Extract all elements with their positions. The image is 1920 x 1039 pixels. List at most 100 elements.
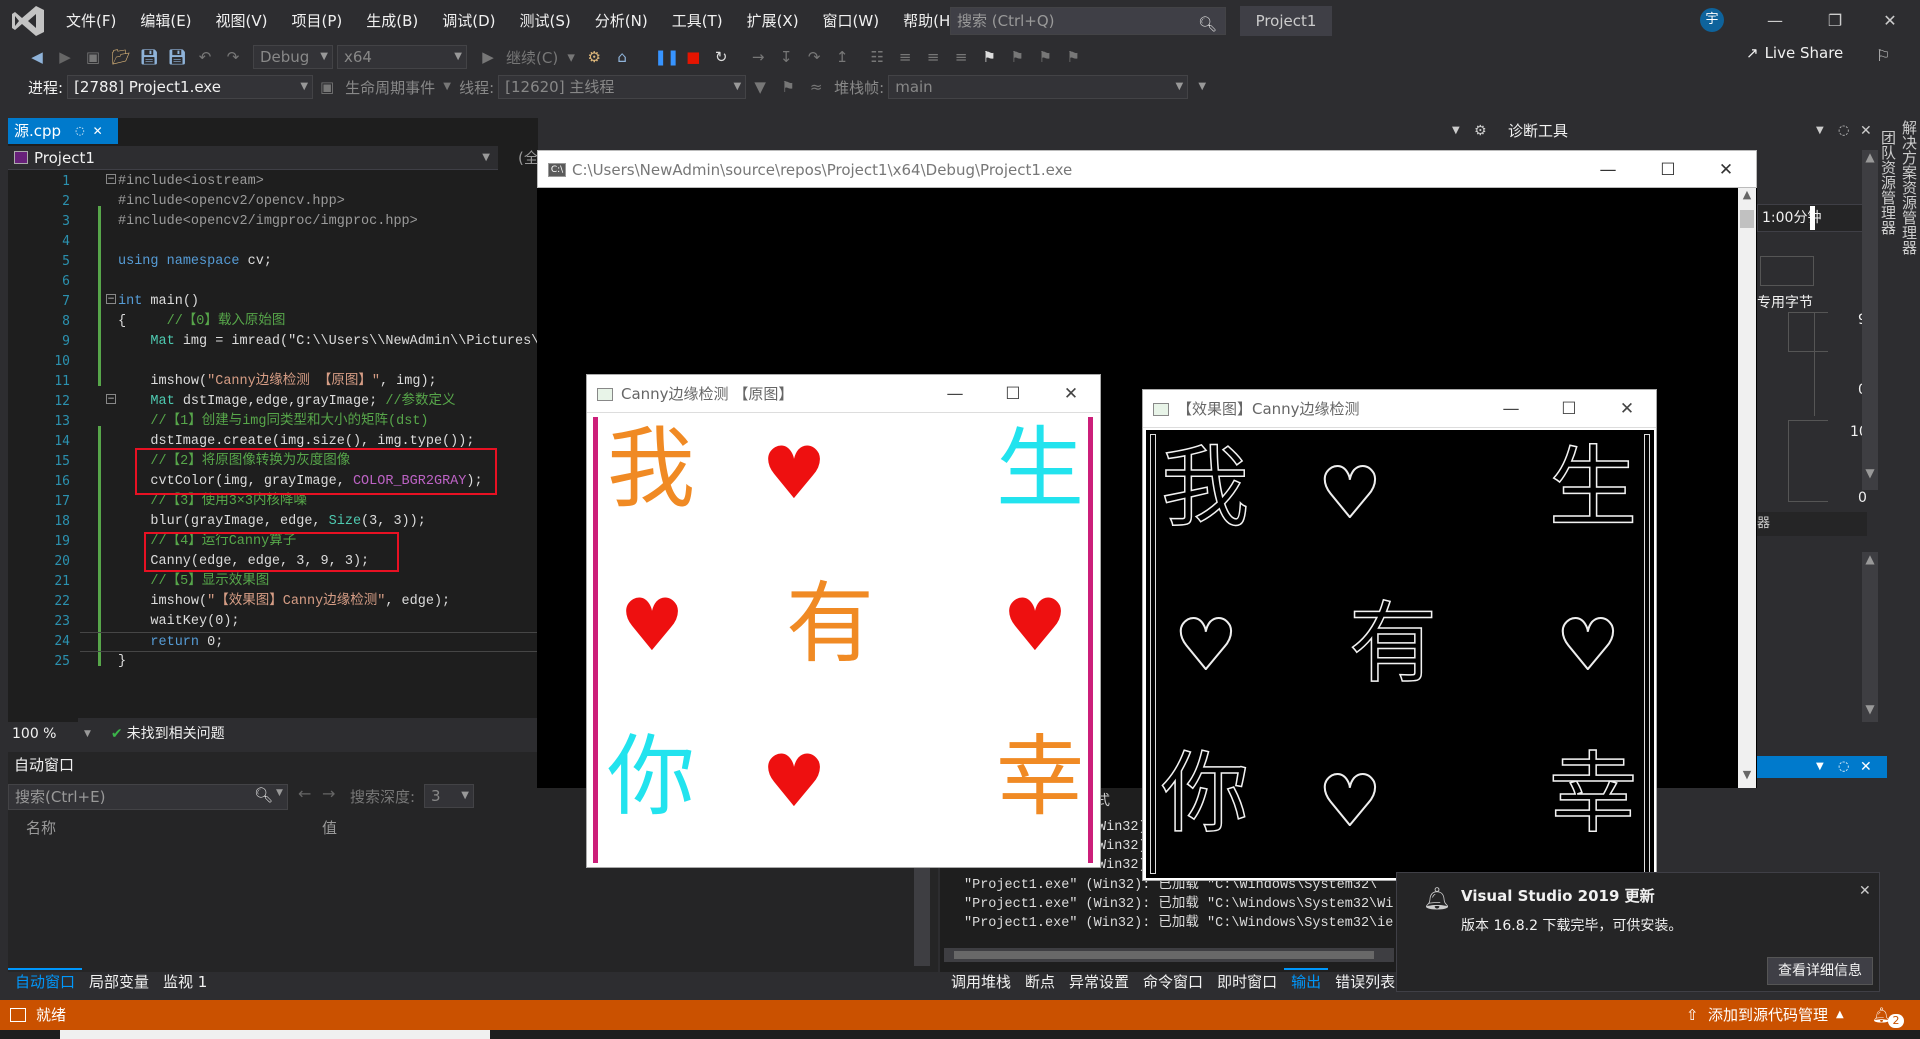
redo-icon[interactable]: ↷ [222, 46, 244, 68]
code-line[interactable]: imshow("【效果图】Canny边缘检测", edge); [80, 592, 538, 612]
hex-display-icon[interactable]: ☷ [866, 46, 888, 68]
chevron-down-icon[interactable]: ▼ [1452, 118, 1460, 144]
tab-autotabs-0[interactable]: 自动窗口 [8, 968, 83, 994]
navigate-forward-icon[interactable]: ▶ [54, 46, 76, 68]
save-all-icon[interactable]: 💾︎ [166, 46, 188, 68]
code-line[interactable]: //【5】显示效果图 [80, 572, 538, 592]
minimize-icon[interactable]: — [1483, 390, 1539, 428]
code-line[interactable]: { //【0】载入原始图 [80, 312, 538, 332]
maximize-icon[interactable]: ☐ [1638, 151, 1698, 189]
code-line[interactable]: return 0; [80, 632, 538, 652]
close-icon[interactable]: ✕ [1599, 390, 1655, 428]
feedback-icon[interactable]: ⚐ [1876, 46, 1890, 65]
tab-outtabs-6[interactable]: 错误列表 [1328, 970, 1402, 994]
chevron-down-icon[interactable]: ▼ [276, 788, 283, 798]
scope-navigation-bar[interactable]: Project1 ▼ [8, 146, 498, 170]
diag-scrollbar[interactable]: ▲ ▼ [1862, 150, 1878, 490]
menu-item[interactable]: 文件(F) [54, 0, 128, 42]
chevron-down-icon[interactable]: ▾ [565, 46, 577, 68]
show-threads-icon[interactable]: ≈ [805, 76, 827, 98]
prev-bookmark-icon[interactable]: ⚑ [1006, 46, 1028, 68]
stop-debugging-icon[interactable]: ■ [682, 46, 704, 68]
chevron-up-icon[interactable]: ▲ [1862, 552, 1878, 566]
menu-item[interactable]: 编辑(E) [128, 0, 203, 42]
code-line[interactable] [80, 352, 538, 372]
zoom-level[interactable]: 100 % [8, 722, 84, 746]
close-icon[interactable]: ✕ [1870, 6, 1910, 36]
code-line[interactable]: waitKey(0); [80, 612, 538, 632]
solution-platform-dropdown[interactable]: x64 ▼ [337, 45, 467, 69]
menu-item[interactable]: 调试(D) [430, 0, 507, 42]
chevron-down-icon[interactable]: ▼ [1816, 118, 1824, 144]
menu-item[interactable]: 窗口(W) [811, 0, 892, 42]
code-line[interactable]: using namespace cv; [80, 252, 538, 272]
tab-outtabs-5[interactable]: 输出 [1284, 968, 1329, 994]
code-line[interactable]: int main() [80, 292, 538, 312]
minimize-icon[interactable]: — [927, 375, 983, 413]
code-line[interactable]: Mat dstImage,edge,grayImage; //参数定义 [80, 392, 538, 412]
menu-item[interactable]: 测试(S) [508, 0, 583, 42]
pin-icon[interactable]: ◌ [75, 118, 85, 144]
step-into-icon[interactable]: ↧ [775, 46, 797, 68]
gear-icon[interactable]: ⚙ [1474, 118, 1487, 144]
tab-autotabs-1[interactable]: 局部变量 [82, 970, 156, 994]
continue-icon[interactable]: ▶ [477, 46, 499, 68]
menu-item[interactable]: 分析(N) [583, 0, 660, 42]
lifecycle-events-button[interactable]: 生命周期事件 [341, 77, 439, 98]
autos-search-input[interactable]: 搜索(Ctrl+E) [8, 784, 288, 810]
maximize-icon[interactable]: ☐ [985, 375, 1041, 413]
code-line[interactable] [80, 272, 538, 292]
tab-outtabs-1[interactable]: 断点 [1018, 970, 1062, 994]
menu-item[interactable]: 生成(B) [354, 0, 430, 42]
break-all-icon[interactable]: ❚❚ [654, 46, 679, 68]
tab-outtabs-4[interactable]: 即时窗口 [1210, 970, 1284, 994]
new-project-icon[interactable]: ▣ [82, 46, 104, 68]
stack-frame-dropdown[interactable]: main ▼ [888, 75, 1189, 99]
search-depth-dropdown[interactable]: 3 ▼ [424, 784, 474, 808]
tab-outtabs-0[interactable]: 调用堆栈 [944, 970, 1018, 994]
notifications-icon[interactable]: 🔔︎ [1872, 1000, 1891, 1030]
solution-explorer-side-tab[interactable]: 解决方案资源管理器 团队资源管理器 [1879, 118, 1920, 818]
menu-item[interactable]: 视图(V) [204, 0, 280, 42]
chevron-down-icon[interactable]: ▼ [1862, 466, 1878, 480]
search-icon[interactable]: 🔍︎ [254, 786, 273, 804]
code-line[interactable]: Mat img = imread("C:\\Users\\NewAdmin\\P… [80, 332, 538, 352]
chevron-up-icon[interactable]: ▲ [1862, 150, 1878, 164]
toolbar-overflow-icon[interactable]: ▼ [1191, 76, 1213, 98]
minimize-icon[interactable]: — [1578, 151, 1638, 189]
code-line[interactable]: blur(grayImage, edge, Size(3, 3)); [80, 512, 538, 532]
flag-icon[interactable]: ⚑ [777, 76, 799, 98]
step-over-icon[interactable]: ↷ [803, 46, 825, 68]
show-next-statement-icon[interactable]: → [747, 46, 769, 68]
maximize-icon[interactable]: ☐ [1541, 390, 1597, 428]
live-share-button[interactable]: ↗ Live Share [1746, 44, 1843, 62]
column-name-header[interactable]: 名称 [26, 816, 56, 840]
code-line[interactable]: #include<opencv2/imgproc/imgproc.hpp> [80, 212, 538, 232]
console-scrollbar[interactable]: ▲ ▼ [1738, 188, 1756, 788]
chevron-down-icon[interactable]: ▼ [84, 722, 91, 746]
menu-item[interactable]: 项目(P) [280, 0, 355, 42]
quick-launch-search[interactable]: 搜索 (Ctrl+Q) 🔍︎ [950, 7, 1226, 35]
pin-icon[interactable]: ◌ [1838, 118, 1849, 144]
user-avatar[interactable]: 宇 [1700, 8, 1724, 32]
continue-button[interactable]: 继续(C) [502, 47, 562, 68]
close-icon[interactable]: ✕ [1860, 756, 1872, 778]
step-out-icon[interactable]: ↥ [831, 46, 853, 68]
tab-outtabs-3[interactable]: 命令窗口 [1136, 970, 1210, 994]
process-dropdown[interactable]: [2788] Project1.exe ▼ [67, 75, 314, 99]
code-line[interactable]: imshow("Canny边缘检测 【原图】", img); [80, 372, 538, 392]
restart-icon[interactable]: ↻ [710, 46, 732, 68]
timeline-cursor[interactable] [1810, 206, 1815, 230]
chevron-up-icon[interactable]: ▲ [1836, 1000, 1844, 1030]
view-details-button[interactable]: 查看详细信息 [1767, 957, 1873, 985]
scope-right-dropdown[interactable]: (全 [518, 146, 539, 170]
search-forward-icon[interactable]: → [322, 784, 335, 803]
code-line[interactable]: //【1】创建与img同类型和大小的矩阵(dst) [80, 412, 538, 432]
next-bookmark-icon[interactable]: ⚑ [1034, 46, 1056, 68]
column-value-header[interactable]: 值 [322, 816, 337, 840]
chevron-down-icon[interactable]: ▼ [1738, 768, 1756, 781]
tab-source-cpp[interactable]: 源.cpp ◌ ✕ [8, 118, 118, 144]
menu-item[interactable]: 工具(T) [660, 0, 735, 42]
scroll-thumb[interactable] [954, 951, 1374, 959]
hot-reload-icon[interactable]: ⌂ [611, 46, 633, 68]
